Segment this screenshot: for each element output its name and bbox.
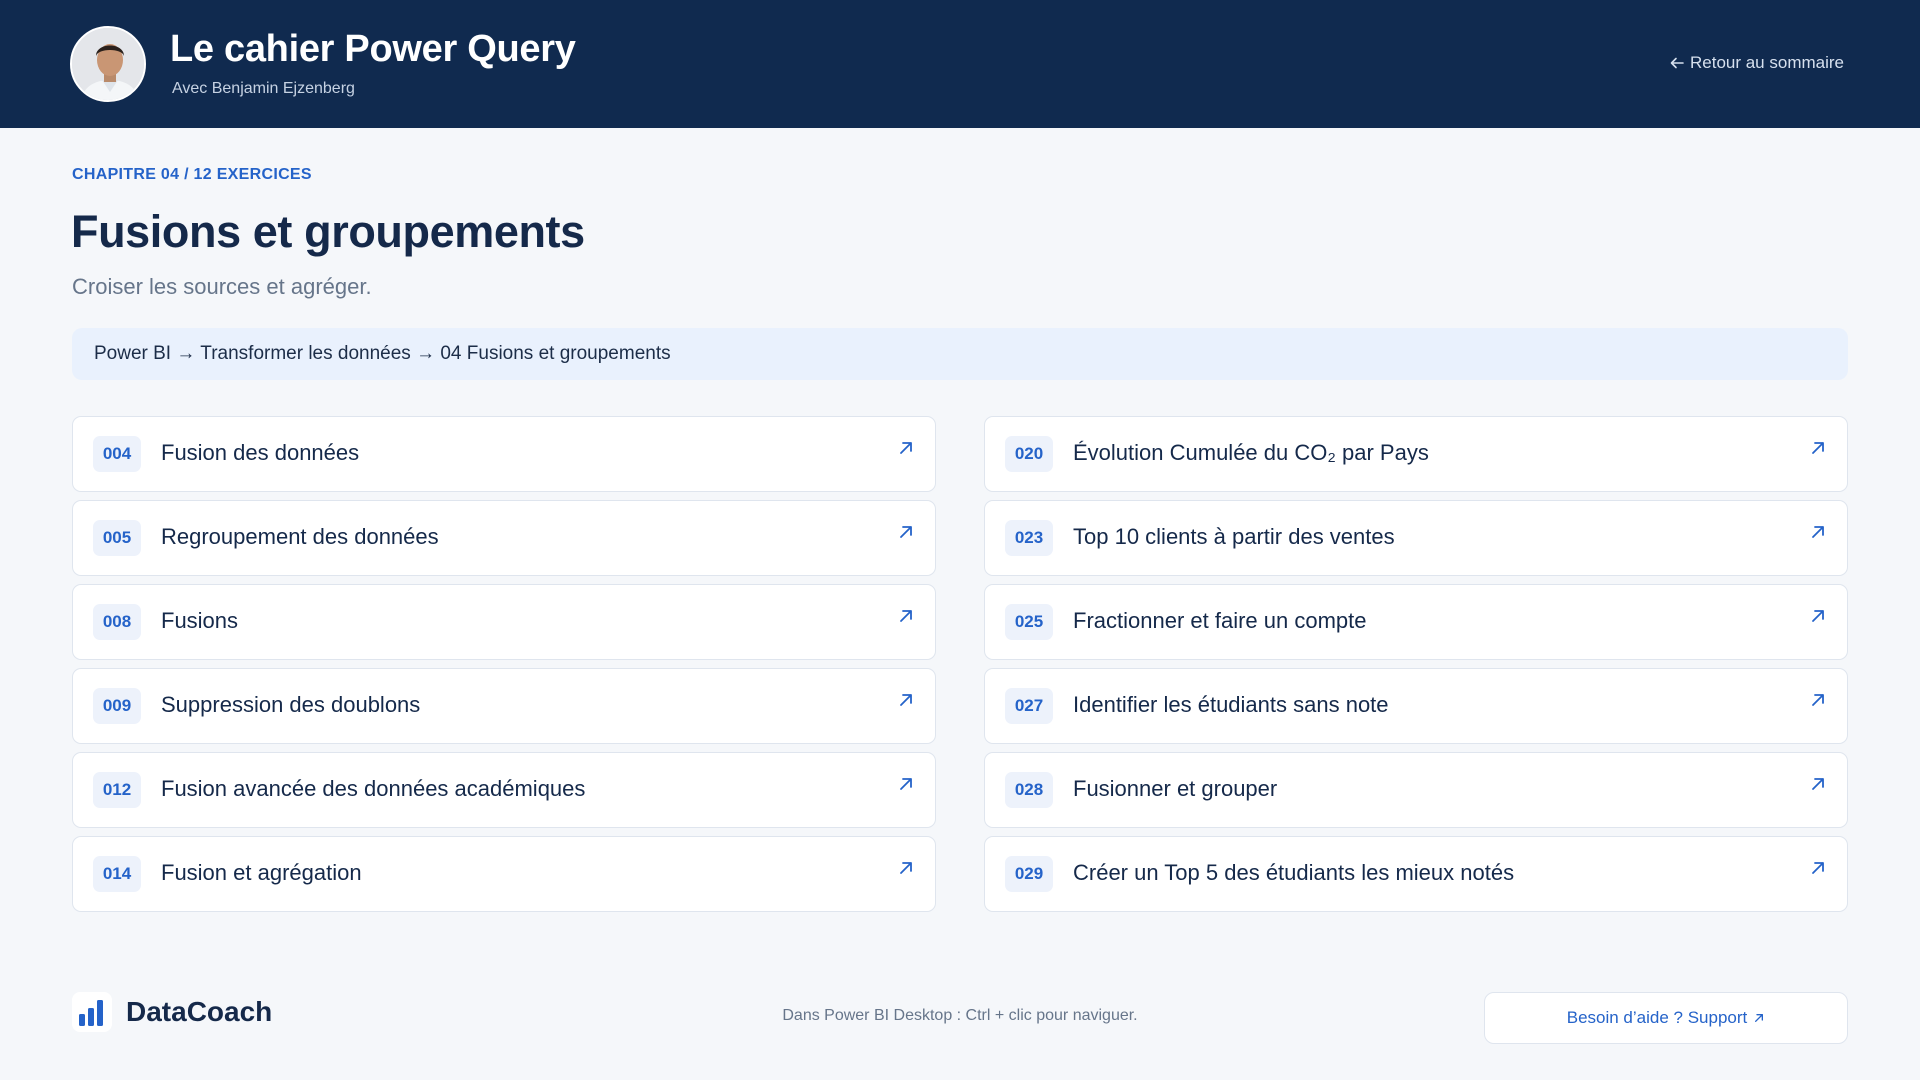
exercise-card[interactable]: 008 Fusions xyxy=(72,584,936,660)
exercise-card[interactable]: 027 Identifier les étudiants sans note xyxy=(984,668,1848,744)
exercise-card[interactable]: 014 Fusion et agrégation xyxy=(72,836,936,912)
exercise-number: 025 xyxy=(1005,604,1053,640)
exercise-title: Fusion des données xyxy=(161,440,360,465)
exercise-card[interactable]: 005 Regroupement des données xyxy=(72,500,936,576)
exercise-title: Fusions xyxy=(161,608,239,633)
exercise-number: 029 xyxy=(1005,856,1053,892)
exercise-card[interactable]: 025 Fractionner et faire un compte xyxy=(984,584,1848,660)
exercise-title: Regroupement des données xyxy=(161,524,439,549)
page-subtitle: Croiser les sources et agréger. xyxy=(72,274,372,299)
app-title: Le cahier Power Query xyxy=(170,28,576,70)
exercise-number: 027 xyxy=(1005,688,1053,724)
exercise-number: 008 xyxy=(93,604,141,640)
exercise-list-right: 020 Évolution Cumulée du CO₂ par Pays 02… xyxy=(984,416,1848,920)
back-link-label: Retour au sommaire xyxy=(1689,53,1844,72)
exercise-card[interactable]: 012 Fusion avancée des données académiqu… xyxy=(72,752,936,828)
exercise-number: 004 xyxy=(93,436,141,472)
exercise-number: 014 xyxy=(93,856,141,892)
arrow-up-right-icon xyxy=(900,862,912,874)
exercise-card[interactable]: 023 Top 10 clients à partir des ventes xyxy=(984,500,1848,576)
arrow-up-right-icon xyxy=(1812,862,1824,874)
avatar xyxy=(70,26,146,102)
exercise-title: Suppression des doublons xyxy=(161,692,421,717)
navigation-path-text: Power BI → Transformer les données → 04 … xyxy=(94,343,671,364)
navigation-path: Power BI → Transformer les données → 04 … xyxy=(72,328,1848,380)
arrow-up-right-icon xyxy=(900,610,912,622)
app-subtitle: Avec Benjamin Ejzenberg xyxy=(172,80,355,97)
back-to-summary-link[interactable]: Retour au sommaire xyxy=(1670,53,1844,73)
exercise-card[interactable]: 029 Créer un Top 5 des étudiants les mie… xyxy=(984,836,1848,912)
app-header: Le cahier Power Query Avec Benjamin Ejze… xyxy=(0,0,1920,128)
exercise-number: 023 xyxy=(1005,520,1053,556)
chapter-kicker: CHAPITRE 04 / 12 EXERCICES xyxy=(72,166,312,183)
exercise-title: Fusion et agrégation xyxy=(161,860,362,885)
exercise-title: Top 10 clients à partir des ventes xyxy=(1073,524,1395,549)
exercise-title: Fractionner et faire un compte xyxy=(1073,608,1367,633)
arrow-up-right-icon xyxy=(900,778,912,790)
exercise-card[interactable]: 004 Fusion des données xyxy=(72,416,936,492)
exercise-card[interactable]: 020 Évolution Cumulée du CO₂ par Pays xyxy=(984,416,1848,492)
exercise-title: Évolution Cumulée du CO₂ par Pays xyxy=(1073,440,1429,465)
exercise-title: Fusionner et grouper xyxy=(1073,776,1278,801)
exercise-card[interactable]: 009 Suppression des doublons xyxy=(72,668,936,744)
arrow-up-right-icon xyxy=(1755,1014,1764,1022)
arrow-up-right-icon xyxy=(900,442,912,454)
exercise-list-left: 004 Fusion des données 005 Regroupement … xyxy=(72,416,936,920)
exercise-number: 005 xyxy=(93,520,141,556)
exercise-number: 028 xyxy=(1005,772,1053,808)
exercise-number: 020 xyxy=(1005,436,1053,472)
arrow-up-right-icon xyxy=(900,526,912,538)
arrow-up-right-icon xyxy=(1812,526,1824,538)
exercise-card[interactable]: 028 Fusionner et grouper xyxy=(984,752,1848,828)
avatar-portrait xyxy=(72,28,144,100)
exercise-number: 012 xyxy=(93,772,141,808)
arrow-up-right-icon xyxy=(1812,694,1824,706)
arrow-up-right-icon xyxy=(1812,610,1824,622)
exercise-number: 009 xyxy=(93,688,141,724)
exercise-title: Fusion avancée des données académiques xyxy=(161,776,586,801)
support-button-label: Besoin d’aide ? Support xyxy=(1566,1008,1748,1027)
arrow-left-icon xyxy=(1670,57,1684,69)
exercise-title: Créer un Top 5 des étudiants les mieux n… xyxy=(1073,860,1515,885)
arrow-up-right-icon xyxy=(900,694,912,706)
support-button[interactable]: Besoin d’aide ? Support xyxy=(1484,992,1848,1044)
exercise-title: Identifier les étudiants sans note xyxy=(1073,692,1389,717)
arrow-up-right-icon xyxy=(1812,442,1824,454)
arrow-up-right-icon xyxy=(1812,778,1824,790)
page-title: Fusions et groupements xyxy=(71,206,585,257)
